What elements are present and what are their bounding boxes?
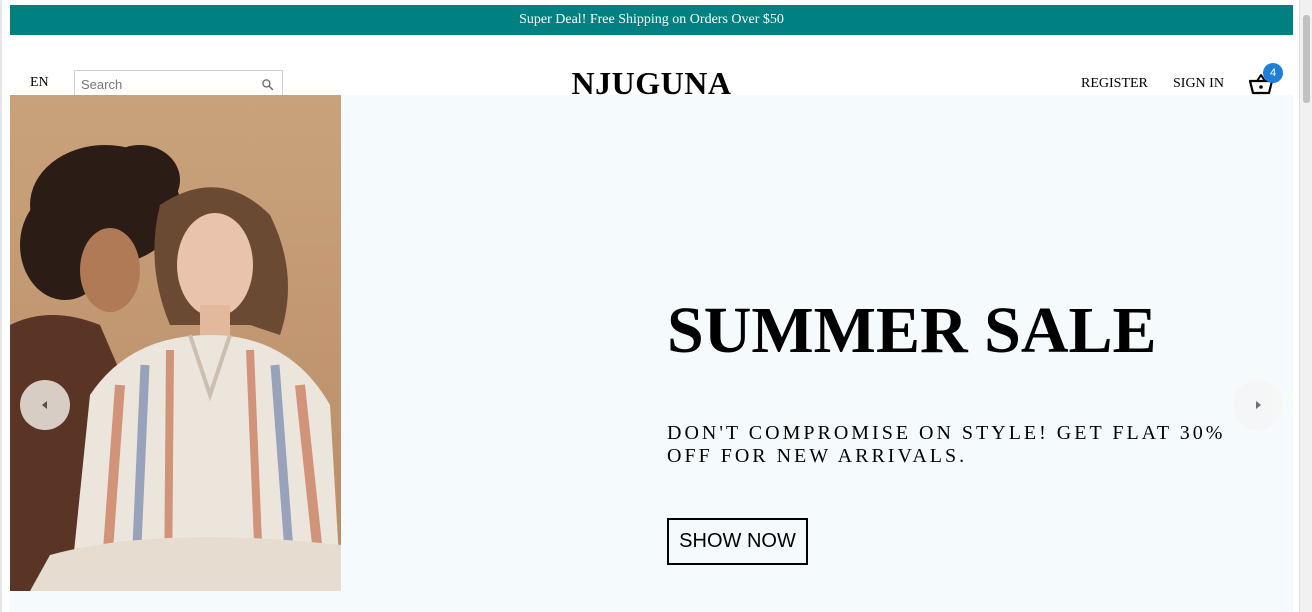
slider-next-button[interactable] xyxy=(1233,380,1283,430)
slide-title: SUMMER SALE xyxy=(667,294,1157,367)
register-link[interactable]: REGISTER xyxy=(1081,76,1148,92)
hero-image xyxy=(10,95,341,591)
sign-in-link[interactable]: SIGN IN xyxy=(1173,76,1224,92)
arrow-right-icon xyxy=(1256,401,1261,409)
page-scrollbar[interactable] xyxy=(1299,0,1312,612)
announcement-bar: Super Deal! Free Shipping on Orders Over… xyxy=(10,5,1293,35)
scrollbar-thumb[interactable] xyxy=(1303,15,1310,103)
slider-prev-button[interactable] xyxy=(20,380,70,430)
cart-count-badge: 4 xyxy=(1263,63,1283,83)
arrow-left-icon xyxy=(42,401,47,409)
show-now-button[interactable]: SHOW NOW xyxy=(667,518,808,565)
hero-photo-illustration xyxy=(10,95,341,591)
page: Super Deal! Free Shipping on Orders Over… xyxy=(0,0,1312,612)
slide-description: DON'T COMPROMISE ON STYLE! GET FLAT 30% … xyxy=(667,422,1226,467)
hero-slider: SUMMER SALE DON'T COMPROMISE ON STYLE! G… xyxy=(10,95,1293,612)
announcement-text: Super Deal! Free Shipping on Orders Over… xyxy=(519,12,784,27)
